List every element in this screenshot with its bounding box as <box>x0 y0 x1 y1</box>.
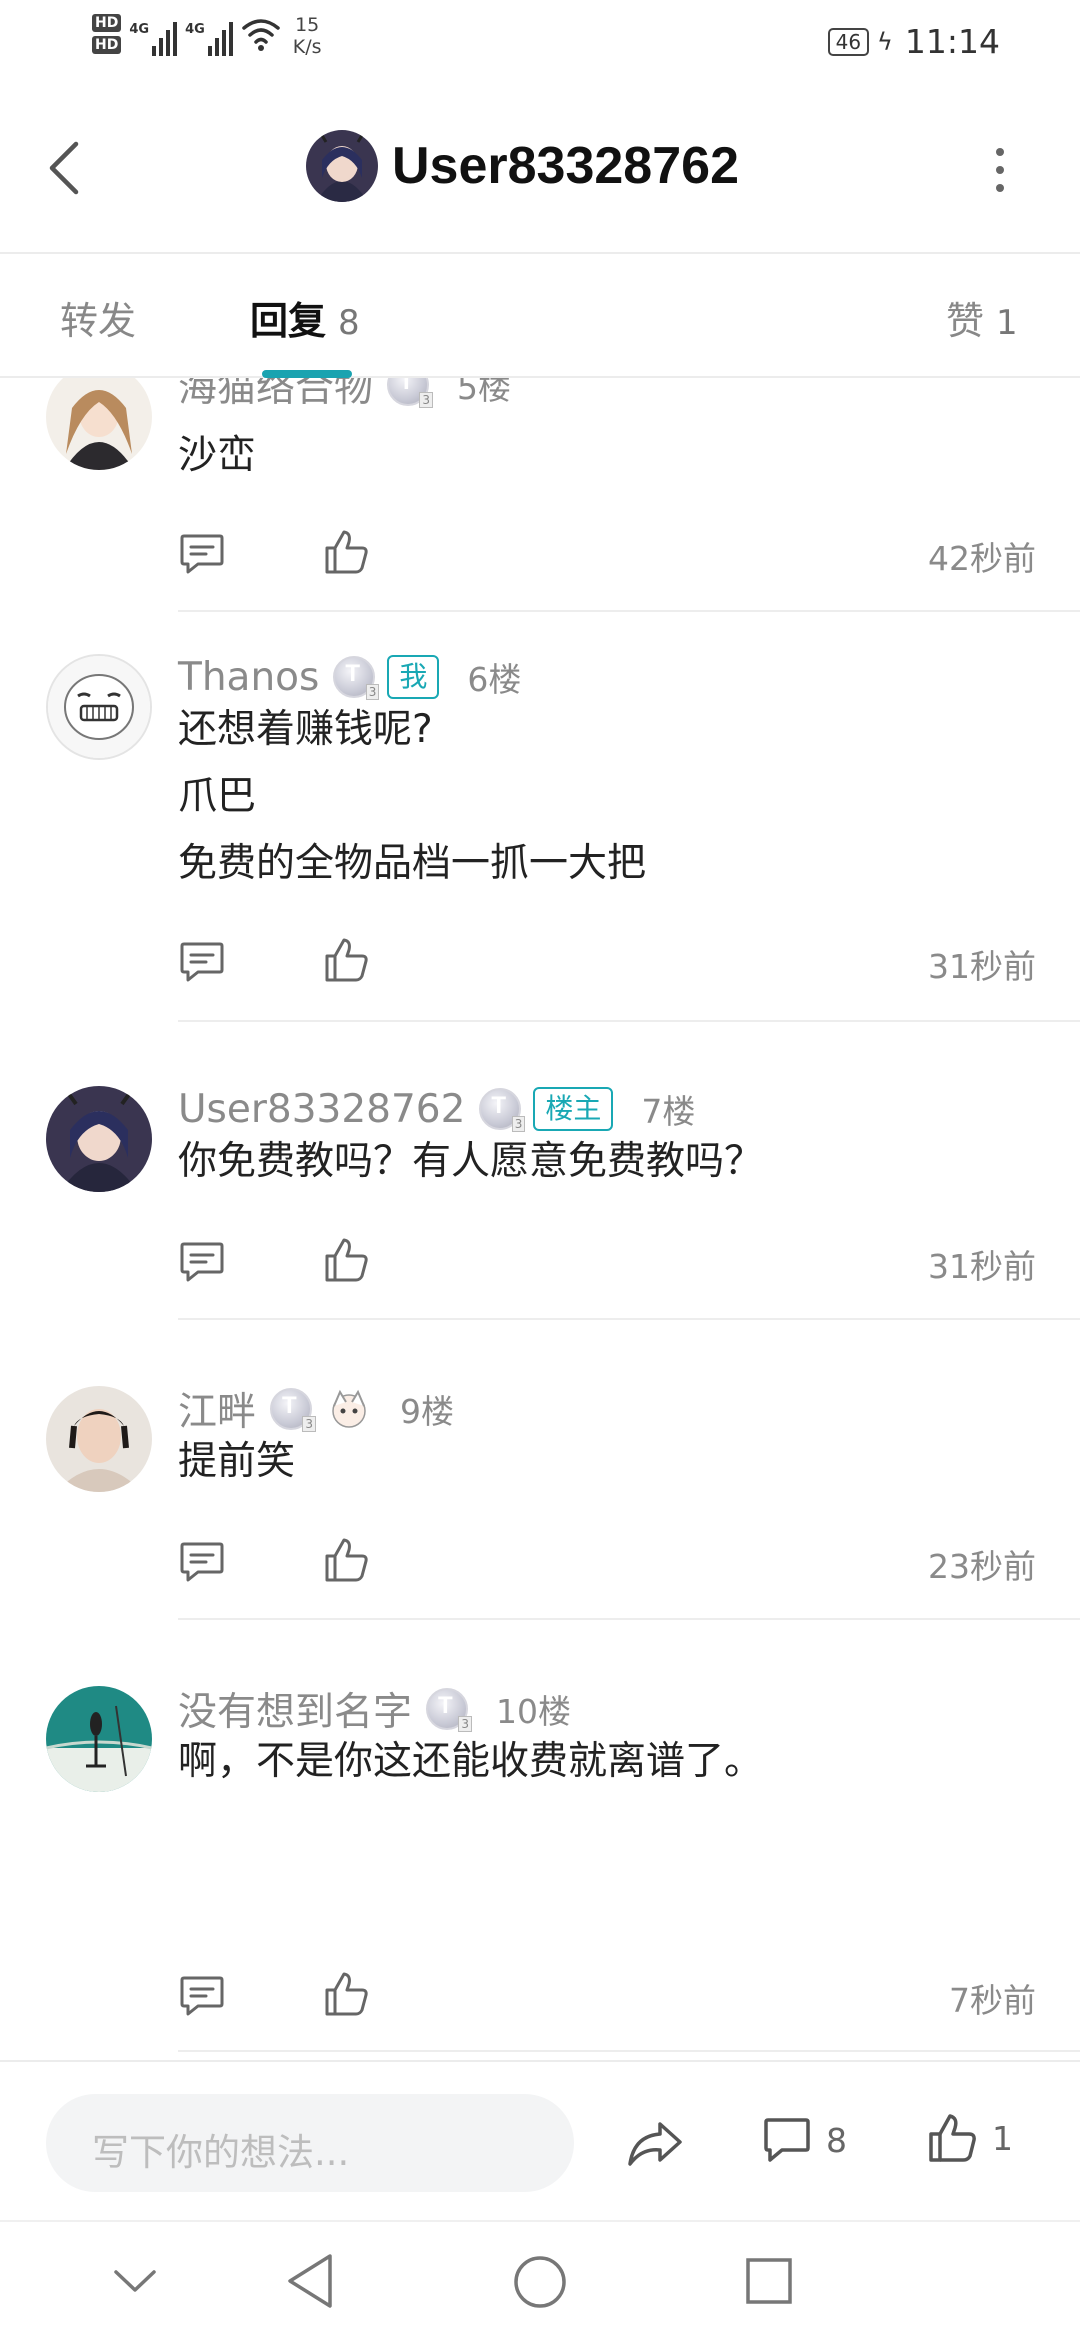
thumbs-up-icon[interactable] <box>322 1536 370 1584</box>
divider <box>178 2050 1080 2052</box>
tab-forward[interactable]: 转发 <box>60 290 136 345</box>
signal-icon-2: 4G <box>185 14 233 56</box>
reply-list[interactable]: 海猫络合物 T3 5楼 沙峦 42秒前 Thanos T 3 我 6楼 还想着赚… <box>0 378 1080 2060</box>
reply-input-placeholder: 写下你的想法... <box>92 2131 350 2174</box>
divider <box>178 1020 1080 1022</box>
tab-bar: 转发 回复 8 赞1 <box>0 254 1080 378</box>
divider <box>178 610 1080 612</box>
timestamp: 31秒前 <box>928 1247 1036 1286</box>
level-badge-icon: T3 <box>387 378 434 408</box>
level-badge-icon: T3 <box>333 656 380 700</box>
tab-likes-count: 1 <box>996 303 1018 343</box>
comment-icon <box>764 2118 810 2162</box>
clock: 11:14 <box>904 22 1000 61</box>
comment-icon[interactable] <box>178 940 226 984</box>
wifi-icon <box>242 19 280 51</box>
nav-back-icon[interactable] <box>284 2252 336 2310</box>
tab-replies-count: 8 <box>338 303 360 343</box>
tab-likes[interactable]: 赞1 <box>946 290 1018 345</box>
timestamp: 7秒前 <box>949 1981 1036 2020</box>
floor-number: 6楼 <box>467 660 522 699</box>
timestamp: 23秒前 <box>928 1547 1036 1586</box>
post-actions: 42秒前 <box>178 526 1036 586</box>
nav-home-icon[interactable] <box>512 2254 568 2310</box>
post-content: 你免费教吗？有人愿意免费教吗？ <box>178 1139 764 1184</box>
avatar[interactable] <box>46 1686 152 1792</box>
op-tag: 楼主 <box>533 1087 614 1131</box>
floor-number: 5楼 <box>457 378 512 407</box>
post-actions: 31秒前 <box>178 934 1036 994</box>
timestamp: 31秒前 <box>928 947 1036 986</box>
header-avatar[interactable] <box>306 130 378 202</box>
nav-collapse-icon[interactable] <box>112 2266 158 2296</box>
comment-icon[interactable] <box>178 1974 226 2018</box>
post-content: 啊，不是你这还能收费就离谱了。 <box>178 1739 764 1784</box>
level-badge-icon: T3 <box>426 1688 473 1732</box>
like-count: 1 <box>992 2118 1013 2158</box>
comment-count: 8 <box>826 2120 847 2160</box>
charging-icon: ϟ <box>877 27 893 56</box>
avatar[interactable] <box>46 1086 152 1192</box>
floor-number: 9楼 <box>400 1392 455 1431</box>
floor-number: 10楼 <box>496 1692 572 1731</box>
like-count-button[interactable]: 1 <box>926 2112 1013 2164</box>
comment-icon[interactable] <box>178 1540 226 1584</box>
post-actions: 31秒前 <box>178 1234 1036 1294</box>
post-content: 提前笑 <box>178 1439 296 1484</box>
system-navigation-bar <box>0 2220 1080 2342</box>
nav-recents-icon[interactable] <box>744 2256 794 2306</box>
timestamp: 42秒前 <box>928 539 1036 578</box>
comment-icon[interactable] <box>178 532 226 576</box>
share-icon[interactable] <box>626 2118 684 2168</box>
reply-input[interactable]: 写下你的想法... <box>46 2094 574 2192</box>
thumbs-up-icon[interactable] <box>322 528 370 576</box>
active-tab-indicator <box>262 370 352 378</box>
character-badge-icon <box>332 1389 366 1428</box>
comment-count-button[interactable]: 8 <box>762 2116 847 2164</box>
divider <box>178 1618 1080 1620</box>
page-title: User83328762 <box>392 137 739 195</box>
tab-replies[interactable]: 回复 8 <box>250 290 360 345</box>
username[interactable]: User83328762 <box>178 1087 465 1132</box>
network-speed: 15 K/s <box>292 14 322 58</box>
bottom-action-bar: 写下你的想法... 8 1 <box>0 2060 1080 2222</box>
hd-indicator-1: HD <box>92 14 122 32</box>
username[interactable]: Thanos <box>178 655 319 700</box>
avatar[interactable] <box>46 1386 152 1492</box>
thumbs-up-icon <box>929 2114 976 2162</box>
status-bar: HD HD 4G 4G 15 K/s 46 ϟ 11:14 <box>0 0 1080 84</box>
post-content: 沙峦 <box>178 433 257 478</box>
level-badge-icon: T3 <box>479 1088 526 1132</box>
avatar[interactable] <box>46 654 152 760</box>
more-vertical-icon[interactable] <box>990 148 1010 192</box>
back-arrow-icon[interactable] <box>44 140 84 196</box>
hd-indicator-2: HD <box>92 36 122 54</box>
thumbs-up-icon[interactable] <box>322 1970 370 2018</box>
battery-icon: 46 <box>827 27 870 56</box>
thumbs-up-icon[interactable] <box>322 1236 370 1284</box>
post-content: 还想着赚钱呢? 爪巴 免费的全物品档一抓一大把 <box>178 707 647 886</box>
post-actions: 23秒前 <box>178 1534 1036 1594</box>
level-badge-icon: T3 <box>270 1388 317 1432</box>
comment-icon[interactable] <box>178 1240 226 1284</box>
avatar[interactable] <box>46 378 152 470</box>
top-app-bar: User83328762 <box>0 84 1080 254</box>
thumbs-up-icon[interactable] <box>322 936 370 984</box>
self-tag: 我 <box>387 655 440 699</box>
username[interactable]: 海猫络合物 <box>178 378 373 413</box>
signal-icon: 4G <box>129 14 178 56</box>
divider <box>178 1318 1080 1320</box>
post-actions: 7秒前 <box>178 1968 1036 2028</box>
floor-number: 7楼 <box>641 1092 696 1131</box>
